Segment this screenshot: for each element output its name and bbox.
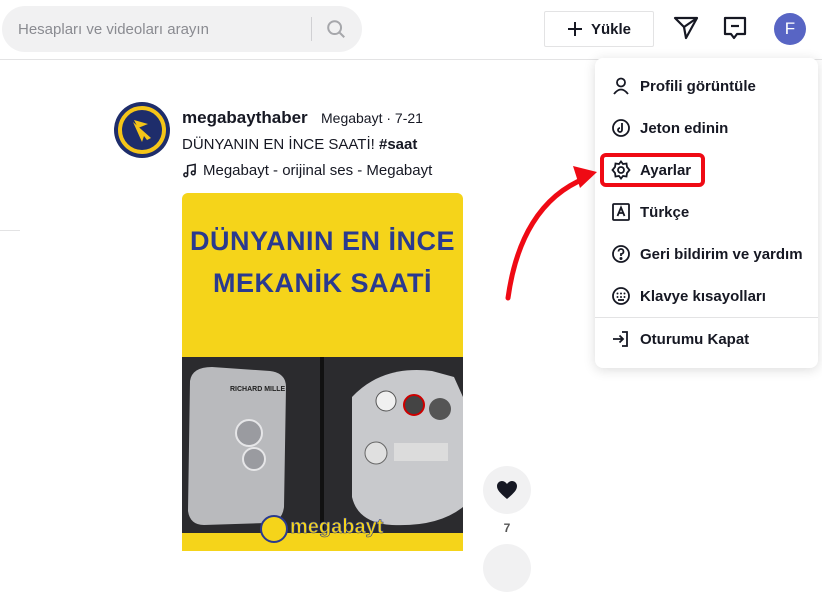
help-icon	[612, 245, 630, 263]
person-icon	[613, 77, 629, 95]
settings-highlight-box	[600, 153, 705, 187]
post-username[interactable]: megabaythaber	[182, 108, 308, 128]
coin-icon	[612, 119, 630, 137]
menu-item-keyboard-shortcuts[interactable]: Klavye kısayolları	[595, 275, 818, 317]
logout-icon	[613, 331, 628, 347]
divider	[0, 230, 20, 231]
post-author-avatar[interactable]	[114, 102, 170, 158]
menu-item-get-coins[interactable]: Jeton edinin	[595, 107, 818, 149]
top-bar: Yükle F	[0, 0, 822, 60]
menu-item-label: Oturumu Kapat	[640, 330, 750, 348]
menu-item-label: Profili görüntüle	[640, 77, 756, 95]
search-divider	[311, 17, 312, 41]
comment-button[interactable]	[483, 544, 531, 592]
upload-label: Yükle	[590, 20, 632, 38]
post-nickname-date: Megabayt · 7-21	[321, 110, 423, 126]
menu-item-label: Jeton edinin	[640, 119, 729, 137]
video-title-line2: MEKANİK SAATİ	[213, 268, 432, 298]
post-music[interactable]: Megabayt - orijinal ses - Megabayt	[182, 162, 432, 179]
inbox-icon[interactable]	[721, 14, 749, 42]
heart-icon	[497, 481, 517, 499]
menu-item-label: Türkçe	[640, 203, 690, 221]
search-input[interactable]	[18, 6, 303, 52]
caption-hashtag[interactable]: #saat	[379, 136, 417, 153]
music-note-icon	[183, 163, 196, 178]
megabayt-logo-icon	[118, 106, 166, 154]
like-count: 7	[503, 521, 511, 535]
language-icon	[612, 203, 630, 221]
video-logo-text: megabayt	[290, 516, 384, 538]
menu-item-feedback[interactable]: Geri bildirim ve yardım	[595, 233, 818, 275]
video-player[interactable]: DÜNYANIN EN İNCE MEKANİK SAATİ RICHARD M…	[182, 193, 463, 551]
send-icon[interactable]	[672, 14, 700, 42]
search-icon	[327, 20, 345, 38]
plus-icon	[567, 22, 582, 36]
music-label: Megabayt - orijinal ses - Megabayt	[203, 162, 433, 179]
menu-item-logout[interactable]: Oturumu Kapat	[595, 318, 818, 360]
upload-button[interactable]: Yükle	[544, 11, 654, 47]
watch-brand-text: RICHARD MILLE	[230, 386, 286, 393]
keyboard-icon	[612, 287, 630, 305]
menu-item-label: Geri bildirim ve yardım	[640, 245, 803, 263]
avatar-letter: F	[784, 19, 796, 38]
video-title-line1: DÜNYANIN EN İNCE	[189, 226, 456, 256]
watch-image: RICHARD MILLE megabayt	[182, 357, 463, 551]
post-caption: DÜNYANIN EN İNCE SAATİ! #saat	[182, 136, 417, 153]
profile-avatar[interactable]: F	[774, 13, 806, 45]
like-button[interactable]	[483, 466, 531, 514]
search-bar	[2, 6, 362, 52]
search-button[interactable]	[318, 12, 354, 46]
caption-text: DÜNYANIN EN İNCE SAATİ!	[182, 136, 379, 153]
menu-item-view-profile[interactable]: Profili görüntüle	[595, 65, 818, 107]
menu-item-language[interactable]: Türkçe	[595, 191, 818, 233]
menu-item-label: Klavye kısayolları	[640, 287, 766, 305]
profile-dropdown-menu: Profili görüntüle Jeton edinin Ayarlar T…	[595, 58, 818, 368]
